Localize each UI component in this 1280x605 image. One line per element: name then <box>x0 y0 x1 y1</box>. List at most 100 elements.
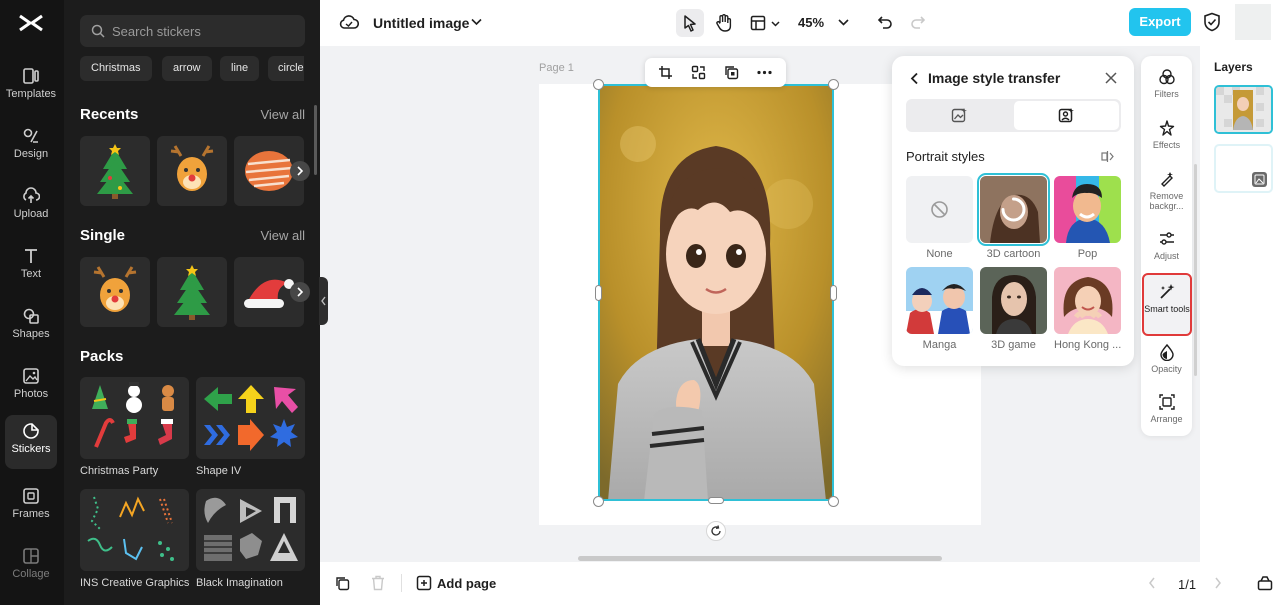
tool-remove-background[interactable]: Remove backgr... <box>1141 170 1192 211</box>
hand-tool-button[interactable] <box>710 9 738 37</box>
style-label: 3D game <box>991 339 1036 351</box>
nav-upload[interactable]: Upload <box>5 180 57 234</box>
tool-label: Smart tools <box>1144 304 1190 314</box>
tool-opacity[interactable]: Opacity <box>1141 343 1192 374</box>
style-none[interactable]: None <box>906 176 973 260</box>
canvas-horizontal-scrollbar[interactable] <box>578 556 942 561</box>
recents-next-button[interactable] <box>290 161 310 181</box>
chip-line[interactable]: line <box>220 56 260 81</box>
tool-label: Arrange <box>1150 414 1183 424</box>
redo-icon[interactable] <box>910 14 926 30</box>
nav-collage[interactable]: Collage <box>5 540 57 594</box>
pack-christmas-party[interactable] <box>80 377 189 459</box>
nav-stickers[interactable]: Stickers <box>5 415 57 469</box>
stickers-icon <box>23 423 39 439</box>
avatar[interactable] <box>1235 4 1271 40</box>
resize-handle-bottom[interactable] <box>708 497 724 504</box>
nav-label: Stickers <box>11 443 51 455</box>
chevron-left-icon[interactable] <box>1148 577 1156 589</box>
duplicate-icon[interactable] <box>724 65 739 80</box>
pack-label: INS Creative Graphics <box>80 577 190 589</box>
select-tool-button[interactable] <box>676 9 704 37</box>
search-input[interactable] <box>112 15 297 47</box>
resize-handle-top-right[interactable] <box>828 79 839 90</box>
compare-icon[interactable] <box>1101 150 1114 163</box>
christmas-party-pack-icon <box>92 382 174 448</box>
cloud-save-icon[interactable] <box>339 13 359 31</box>
chip-arrow[interactable]: arrow <box>162 56 212 81</box>
resize-handle-right[interactable] <box>830 285 837 301</box>
pack-label: Shape IV <box>196 465 242 477</box>
style-3d-cartoon[interactable]: 3D cartoon <box>977 173 1050 260</box>
panel-scrollbar[interactable] <box>314 105 317 175</box>
layer-item-photo[interactable] <box>1214 85 1273 134</box>
add-page-button[interactable]: Add page <box>437 576 496 591</box>
duplicate-page-icon[interactable] <box>335 576 350 591</box>
resize-handle-bottom-left[interactable] <box>593 496 604 507</box>
layout-tool-button[interactable] <box>748 9 784 37</box>
image-style-icon[interactable] <box>951 107 968 124</box>
tools-scrollbar[interactable] <box>1194 164 1197 376</box>
chevron-down-icon[interactable] <box>471 18 482 26</box>
tool-effects[interactable]: Effects <box>1141 119 1192 150</box>
close-icon[interactable] <box>1105 72 1117 84</box>
rotate-handle[interactable] <box>706 521 726 541</box>
style-pop[interactable]: Pop <box>1054 176 1121 260</box>
chevron-down-icon[interactable] <box>838 19 849 26</box>
style-thumb <box>1054 267 1121 334</box>
style-label: Manga <box>922 339 957 351</box>
shield-check-icon[interactable] <box>1203 12 1221 32</box>
nav-shapes[interactable]: Shapes <box>5 300 57 354</box>
resize-handle-left[interactable] <box>595 285 602 301</box>
undo-icon[interactable] <box>877 14 893 30</box>
recents-view-all[interactable]: View all <box>260 107 305 122</box>
tool-filters[interactable]: Filters <box>1141 68 1192 99</box>
layer-item-page[interactable] <box>1214 144 1273 193</box>
nav-label: Upload <box>13 208 49 220</box>
tool-smart-tools[interactable]: Smart tools <box>1142 273 1192 336</box>
style-hong-kong[interactable]: Hong Kong ... <box>1054 267 1121 351</box>
back-chevron-icon[interactable] <box>910 72 919 85</box>
replace-icon[interactable] <box>691 65 706 80</box>
more-options-icon[interactable] <box>757 70 772 75</box>
sticker-tree[interactable] <box>80 136 150 206</box>
resize-handle-top-left[interactable] <box>593 79 604 90</box>
chip-circle[interactable]: circle <box>268 56 304 81</box>
document-title[interactable]: Untitled image <box>373 15 469 31</box>
pages-panel-icon[interactable] <box>1257 575 1273 591</box>
pack-shape-iv[interactable] <box>196 377 305 459</box>
crop-icon[interactable] <box>658 65 673 80</box>
pack-ins-creative-graphics[interactable] <box>80 489 189 571</box>
nav-design[interactable]: Design <box>5 120 57 174</box>
trash-icon[interactable] <box>371 575 385 591</box>
sticker-reindeer[interactable] <box>157 136 227 206</box>
3d-game-preview-image <box>980 267 1047 334</box>
tool-adjust[interactable]: Adjust <box>1141 230 1192 261</box>
chevron-right-icon[interactable] <box>1214 577 1222 589</box>
nav-photos[interactable]: Photos <box>5 360 57 414</box>
zoom-level[interactable]: 45% <box>798 15 824 30</box>
export-button[interactable]: Export <box>1129 8 1191 36</box>
sticker-tree[interactable] <box>157 257 227 327</box>
hand-icon <box>716 14 732 32</box>
sticker-search[interactable] <box>80 15 305 47</box>
cursor-icon <box>684 15 696 32</box>
collapse-panel-button[interactable] <box>319 277 328 325</box>
nav-text[interactable]: Text <box>5 240 57 294</box>
portrait-style-icon[interactable] <box>1058 107 1075 124</box>
nav-templates[interactable]: Templates <box>5 60 57 114</box>
chip-christmas[interactable]: Christmas <box>80 56 152 81</box>
add-page-icon[interactable] <box>416 575 432 591</box>
resize-handle-bottom-right[interactable] <box>828 496 839 507</box>
capcut-logo-icon[interactable] <box>18 12 44 34</box>
templates-icon <box>23 68 39 84</box>
style-manga[interactable]: Manga <box>906 267 973 351</box>
tool-arrange[interactable]: Arrange <box>1141 393 1192 424</box>
sticker-reindeer[interactable] <box>80 257 150 327</box>
pack-black-imagination[interactable] <box>196 489 305 571</box>
nav-frames[interactable]: Frames <box>5 480 57 534</box>
style-3d-game[interactable]: 3D game <box>980 267 1047 351</box>
bottom-bar: Add page 1/1 <box>320 562 1280 605</box>
single-view-all[interactable]: View all <box>260 228 305 243</box>
single-next-button[interactable] <box>290 282 310 302</box>
